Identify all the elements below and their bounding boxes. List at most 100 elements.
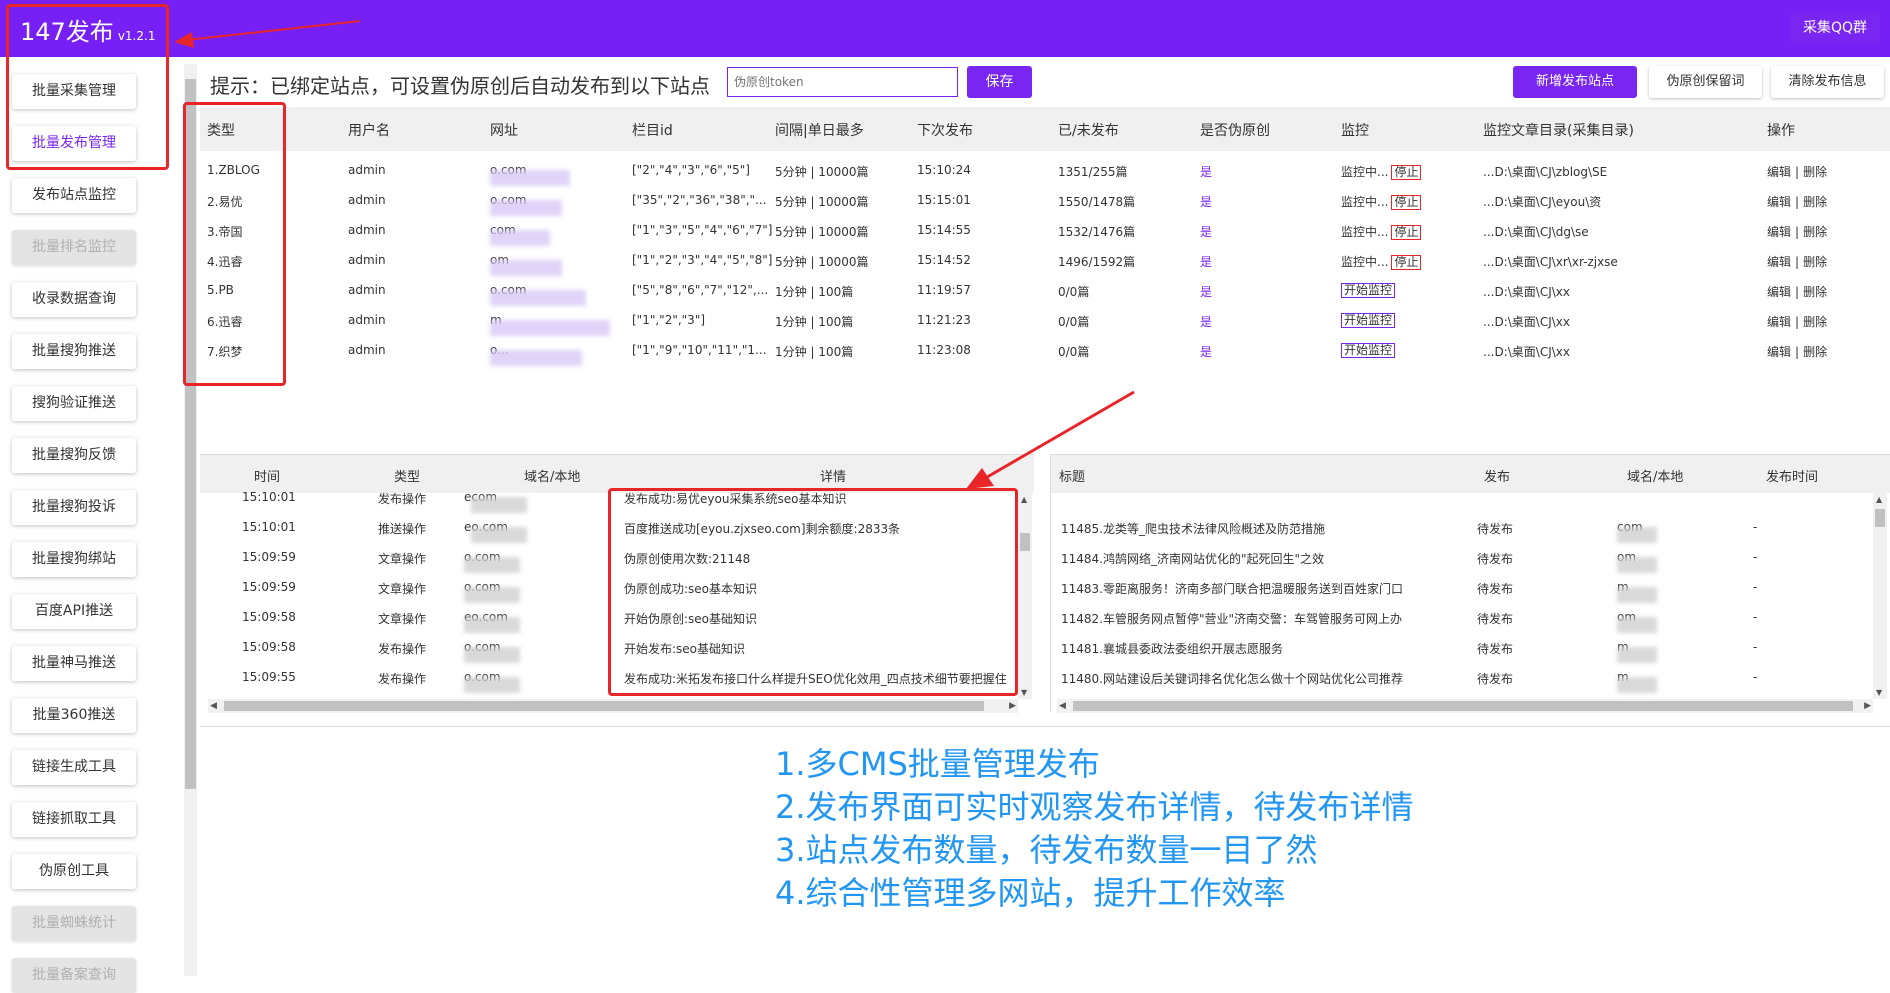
sidebar-item[interactable]: 链接生成工具 bbox=[12, 750, 136, 785]
monitor-stop-button[interactable]: 停止 bbox=[1391, 195, 1422, 210]
delete-link[interactable]: 删除 bbox=[1803, 345, 1827, 359]
save-button[interactable]: 保存 bbox=[967, 66, 1032, 98]
section-divider bbox=[200, 726, 1890, 727]
delete-link[interactable]: 删除 bbox=[1803, 315, 1827, 329]
sidebar-scrollbar[interactable] bbox=[184, 64, 197, 976]
sidebar-item[interactable]: 批量搜狗投诉 bbox=[12, 490, 136, 525]
site-row: 7.织梦 admin o... ["1","9","10","11","1... 1分钟… bbox=[200, 336, 1890, 366]
scroll-right-icon[interactable]: ▶ bbox=[1009, 699, 1016, 713]
site-operations: 编辑 | 删除 bbox=[1767, 313, 1827, 330]
sidebar-item[interactable]: 批量采集管理 bbox=[12, 74, 136, 109]
redacted-url bbox=[490, 200, 562, 216]
site-url-link[interactable]: om bbox=[490, 253, 562, 276]
scroll-up-icon[interactable]: ▲ bbox=[1876, 495, 1882, 504]
site-operations: 编辑 | 删除 bbox=[1767, 253, 1827, 270]
pending-time: - bbox=[1753, 580, 1758, 594]
delete-link[interactable]: 删除 bbox=[1803, 255, 1827, 269]
log-type: 发布操作 bbox=[378, 492, 427, 506]
pending-domain: om bbox=[1617, 550, 1657, 573]
monitor-start-button[interactable]: 开始监控 bbox=[1341, 283, 1396, 298]
site-published-count: 1550/1478篇 bbox=[1058, 195, 1136, 209]
column-header: 发布时间 bbox=[1766, 470, 1819, 485]
sidebar-item[interactable]: 批量360推送 bbox=[12, 698, 136, 733]
sidebar-item[interactable]: 伪原创工具 bbox=[12, 854, 136, 889]
sidebar-item[interactable]: 搜狗验证推送 bbox=[12, 386, 136, 421]
column-header: 栏目id bbox=[632, 123, 673, 139]
edit-link[interactable]: 编辑 bbox=[1767, 285, 1791, 299]
log-vscrollbar[interactable]: ▲ ▼ bbox=[1018, 493, 1032, 699]
edit-link[interactable]: 编辑 bbox=[1767, 195, 1791, 209]
sidebar-item[interactable]: 批量发布管理 bbox=[12, 126, 136, 161]
site-url-link[interactable]: o.com bbox=[490, 283, 586, 306]
sidebar-item[interactable]: 发布站点监控 bbox=[12, 178, 136, 213]
edit-link[interactable]: 编辑 bbox=[1767, 315, 1791, 329]
keep-words-button[interactable]: 伪原创保留词 bbox=[1649, 66, 1762, 98]
sidebar-item[interactable]: 批量搜狗绑站 bbox=[12, 542, 136, 577]
qq-group-button[interactable]: 采集QQ群 bbox=[1790, 13, 1880, 43]
monitor-stop-button[interactable]: 停止 bbox=[1391, 225, 1422, 240]
pending-hscrollbar[interactable]: ◀ ▶ bbox=[1057, 699, 1873, 713]
scroll-left-icon[interactable]: ◀ bbox=[210, 699, 217, 713]
site-username: admin bbox=[348, 313, 386, 327]
log-vscroll-thumb[interactable] bbox=[1020, 533, 1030, 551]
clear-info-button[interactable]: 清除发布信息 bbox=[1771, 66, 1884, 98]
op-separator: | bbox=[1795, 195, 1800, 209]
site-type: 1.ZBLOG bbox=[207, 163, 260, 177]
monitor-stop-button[interactable]: 停止 bbox=[1391, 165, 1422, 180]
pending-vscroll-thumb[interactable] bbox=[1875, 509, 1885, 527]
scroll-up-icon[interactable]: ▲ bbox=[1021, 495, 1027, 504]
site-url-link[interactable]: m bbox=[490, 313, 610, 336]
sidebar-item[interactable]: 链接抓取工具 bbox=[12, 802, 136, 837]
site-url-link[interactable]: o.com bbox=[490, 163, 570, 186]
scroll-right-icon[interactable]: ▶ bbox=[1864, 699, 1871, 713]
sidebar-item[interactable]: 批量神马推送 bbox=[12, 646, 136, 681]
scroll-left-icon[interactable]: ◀ bbox=[1059, 699, 1066, 713]
log-time: 15:10:01 bbox=[242, 490, 296, 504]
scroll-down-icon[interactable]: ▼ bbox=[1876, 688, 1882, 697]
token-input[interactable] bbox=[727, 67, 958, 97]
pending-row: 11480.网站建设后关键词排名优化怎么做十个网站优化公司推荐 待发布 m - bbox=[1051, 663, 1890, 693]
site-column-ids: ["1","3","5","4","6","7"] bbox=[632, 223, 773, 237]
monitor-start-button[interactable]: 开始监控 bbox=[1341, 313, 1396, 328]
edit-link[interactable]: 编辑 bbox=[1767, 255, 1791, 269]
add-site-button[interactable]: 新增发布站点 bbox=[1513, 66, 1637, 98]
pending-hscroll-thumb[interactable] bbox=[1073, 701, 1853, 711]
site-url-link[interactable]: o... bbox=[490, 343, 582, 366]
site-pseudo-original: 是 bbox=[1200, 285, 1213, 299]
site-username: admin bbox=[348, 283, 386, 297]
edit-link[interactable]: 编辑 bbox=[1767, 165, 1791, 179]
edit-link[interactable]: 编辑 bbox=[1767, 345, 1791, 359]
feature-line: 2.发布界面可实时观察发布详情，待发布详情 bbox=[775, 788, 1414, 826]
scroll-down-icon[interactable]: ▼ bbox=[1021, 688, 1027, 697]
sidebar-item: 批量排名监控 bbox=[12, 230, 136, 265]
sidebar-item[interactable]: 收录数据查询 bbox=[12, 282, 136, 317]
sidebar-item[interactable]: 批量搜狗反馈 bbox=[12, 438, 136, 473]
delete-link[interactable]: 删除 bbox=[1803, 195, 1827, 209]
site-monitor-dir: ...D:\桌面\CJ\xx bbox=[1483, 345, 1570, 359]
sidebar-item[interactable]: 批量搜狗推送 bbox=[12, 334, 136, 369]
monitor-start-button[interactable]: 开始监控 bbox=[1341, 343, 1396, 358]
site-url-link[interactable]: o.com bbox=[490, 193, 562, 216]
edit-link[interactable]: 编辑 bbox=[1767, 225, 1791, 239]
site-row: 6.迅睿 admin m ["1","2","3"] 1分钟 | 100篇 11:21:2… bbox=[200, 306, 1890, 336]
delete-link[interactable]: 删除 bbox=[1803, 225, 1827, 239]
log-detail: 伪原创成功:seo基本知识 bbox=[624, 582, 758, 596]
monitor-status: 监控中... bbox=[1341, 195, 1389, 209]
site-url-link[interactable]: com bbox=[490, 223, 550, 246]
site-column-ids: ["1","2","3","4","5","8"] bbox=[632, 253, 773, 267]
monitor-stop-button[interactable]: 停止 bbox=[1391, 255, 1422, 270]
sidebar-item[interactable]: 百度API推送 bbox=[12, 594, 136, 629]
pending-time: - bbox=[1753, 520, 1758, 534]
pending-vscrollbar[interactable]: ▲ ▼ bbox=[1873, 493, 1887, 699]
sidebar-scrollbar-thumb[interactable] bbox=[185, 79, 196, 789]
delete-link[interactable]: 删除 bbox=[1803, 165, 1827, 179]
log-hscrollbar[interactable]: ◀ ▶ bbox=[208, 699, 1018, 713]
delete-link[interactable]: 删除 bbox=[1803, 285, 1827, 299]
site-type: 3.帝国 bbox=[207, 225, 243, 239]
log-hscroll-thumb[interactable] bbox=[224, 701, 984, 711]
site-interval: 5分钟 | 10000篇 bbox=[775, 165, 869, 179]
app-brand: 147发布 v1.2.1 bbox=[20, 12, 155, 47]
pending-time: - bbox=[1753, 550, 1758, 564]
redacted-domain bbox=[471, 497, 528, 513]
column-header: 下次发布 bbox=[917, 123, 973, 139]
